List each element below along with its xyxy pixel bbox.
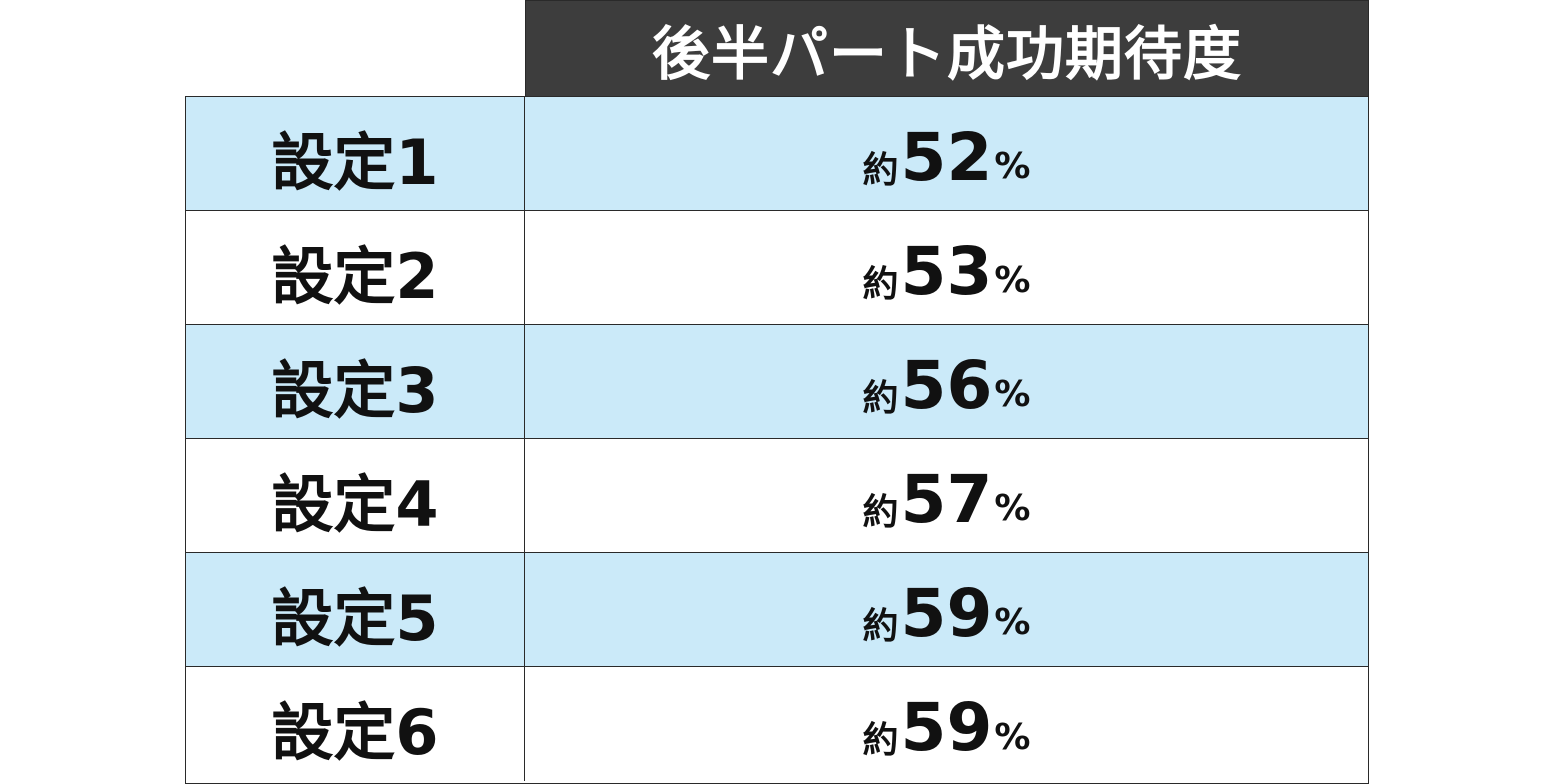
table-row: 設定6 約 59 % — [186, 667, 1368, 781]
approx-prefix: 約 — [862, 377, 899, 419]
percent-unit: % — [994, 374, 1031, 415]
table-row: 設定3 約 56 % — [186, 325, 1368, 439]
setting-label: 設定6 — [186, 667, 525, 781]
percent-unit: % — [994, 146, 1031, 187]
setting-label: 設定5 — [186, 553, 525, 666]
approx-prefix: 約 — [862, 149, 899, 191]
table-row: 設定4 約 57 % — [186, 439, 1368, 553]
probability-value: 約 52 % — [525, 97, 1368, 210]
column-header: 後半パート成功期待度 — [525, 0, 1369, 97]
setting-label: 設定4 — [186, 439, 525, 552]
table-row: 設定2 約 53 % — [186, 211, 1368, 325]
approx-prefix: 約 — [862, 491, 899, 533]
percent-unit: % — [994, 260, 1031, 301]
probability-value: 約 56 % — [525, 325, 1368, 438]
approx-prefix: 約 — [862, 263, 899, 305]
percent-unit: % — [994, 602, 1031, 643]
table-row: 設定5 約 59 % — [186, 553, 1368, 667]
probability-value: 約 53 % — [525, 211, 1368, 324]
probability-value: 約 57 % — [525, 439, 1368, 552]
table-body: 設定1 約 52 % 設定2 約 53 % 設定3 約 56 % 設定4 約 5… — [185, 96, 1369, 784]
approx-prefix: 約 — [862, 605, 899, 647]
header-blank-cell — [185, 0, 525, 97]
percent-number: 56 — [900, 346, 993, 424]
percent-number: 59 — [900, 574, 993, 652]
setting-label: 設定3 — [186, 325, 525, 438]
percent-unit: % — [994, 488, 1031, 529]
percent-number: 53 — [900, 232, 993, 310]
expectation-table: 後半パート成功期待度 設定1 約 52 % 設定2 約 53 % 設定3 約 5… — [185, 0, 1369, 784]
table-row: 設定1 約 52 % — [186, 97, 1368, 211]
setting-label: 設定2 — [186, 211, 525, 324]
percent-number: 57 — [900, 460, 993, 538]
approx-prefix: 約 — [862, 720, 899, 761]
percent-number: 59 — [900, 689, 993, 766]
percent-unit: % — [994, 716, 1031, 758]
probability-value: 約 59 % — [525, 667, 1368, 781]
table-header-row: 後半パート成功期待度 — [185, 0, 1369, 97]
percent-number: 52 — [900, 118, 993, 196]
probability-value: 約 59 % — [525, 553, 1368, 666]
setting-label: 設定1 — [186, 97, 525, 210]
